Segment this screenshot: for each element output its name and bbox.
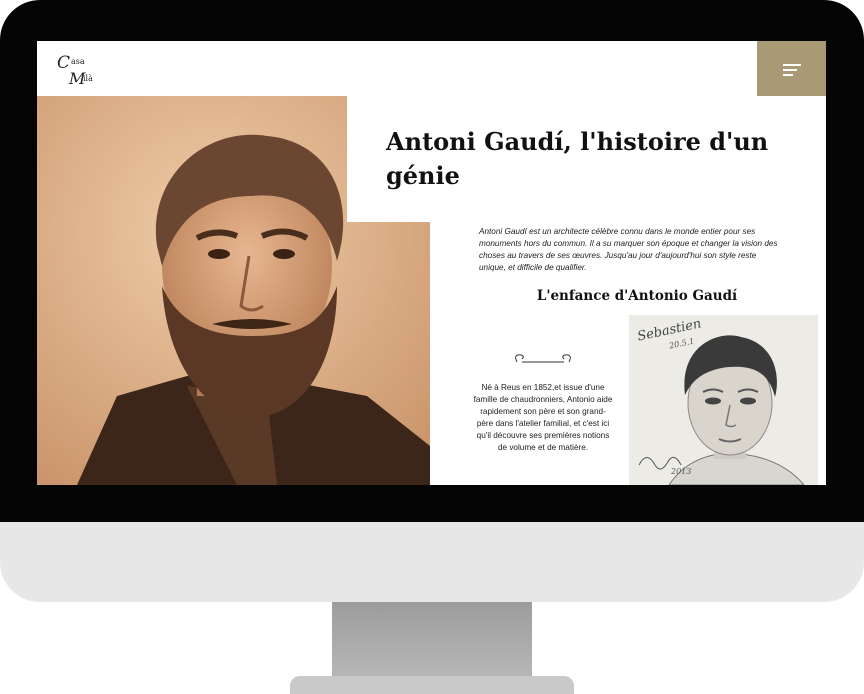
monitor-chin bbox=[0, 522, 864, 602]
section-title-childhood: L'enfance d'Antonio Gaudí bbox=[536, 288, 738, 304]
intro-paragraph: Antoni Gaudí est un architecte célèbre c… bbox=[479, 227, 778, 272]
decorative-divider-icon bbox=[515, 354, 571, 363]
logo-text-asa: asa bbox=[71, 57, 85, 66]
monitor-stand-base bbox=[290, 676, 574, 694]
logo-text-ila: ilà bbox=[83, 74, 93, 83]
sketch-signature-year: 2013 bbox=[671, 467, 692, 476]
casa-mila-logo[interactable]: C asa M ilà bbox=[57, 53, 117, 89]
website-screen: C asa M ilà Antoni Gaudí, l'histoire d'u… bbox=[37, 41, 826, 485]
page-title: Antoni Gaudí, l'histoire d'un génie bbox=[386, 127, 769, 190]
menu-button[interactable] bbox=[757, 41, 826, 96]
pencil-sketch-portrait: Sebastien 20.5.1 2013 bbox=[629, 315, 818, 485]
childhood-paragraph: Né à Reus en 1852,et issue d'une famille… bbox=[473, 383, 613, 452]
